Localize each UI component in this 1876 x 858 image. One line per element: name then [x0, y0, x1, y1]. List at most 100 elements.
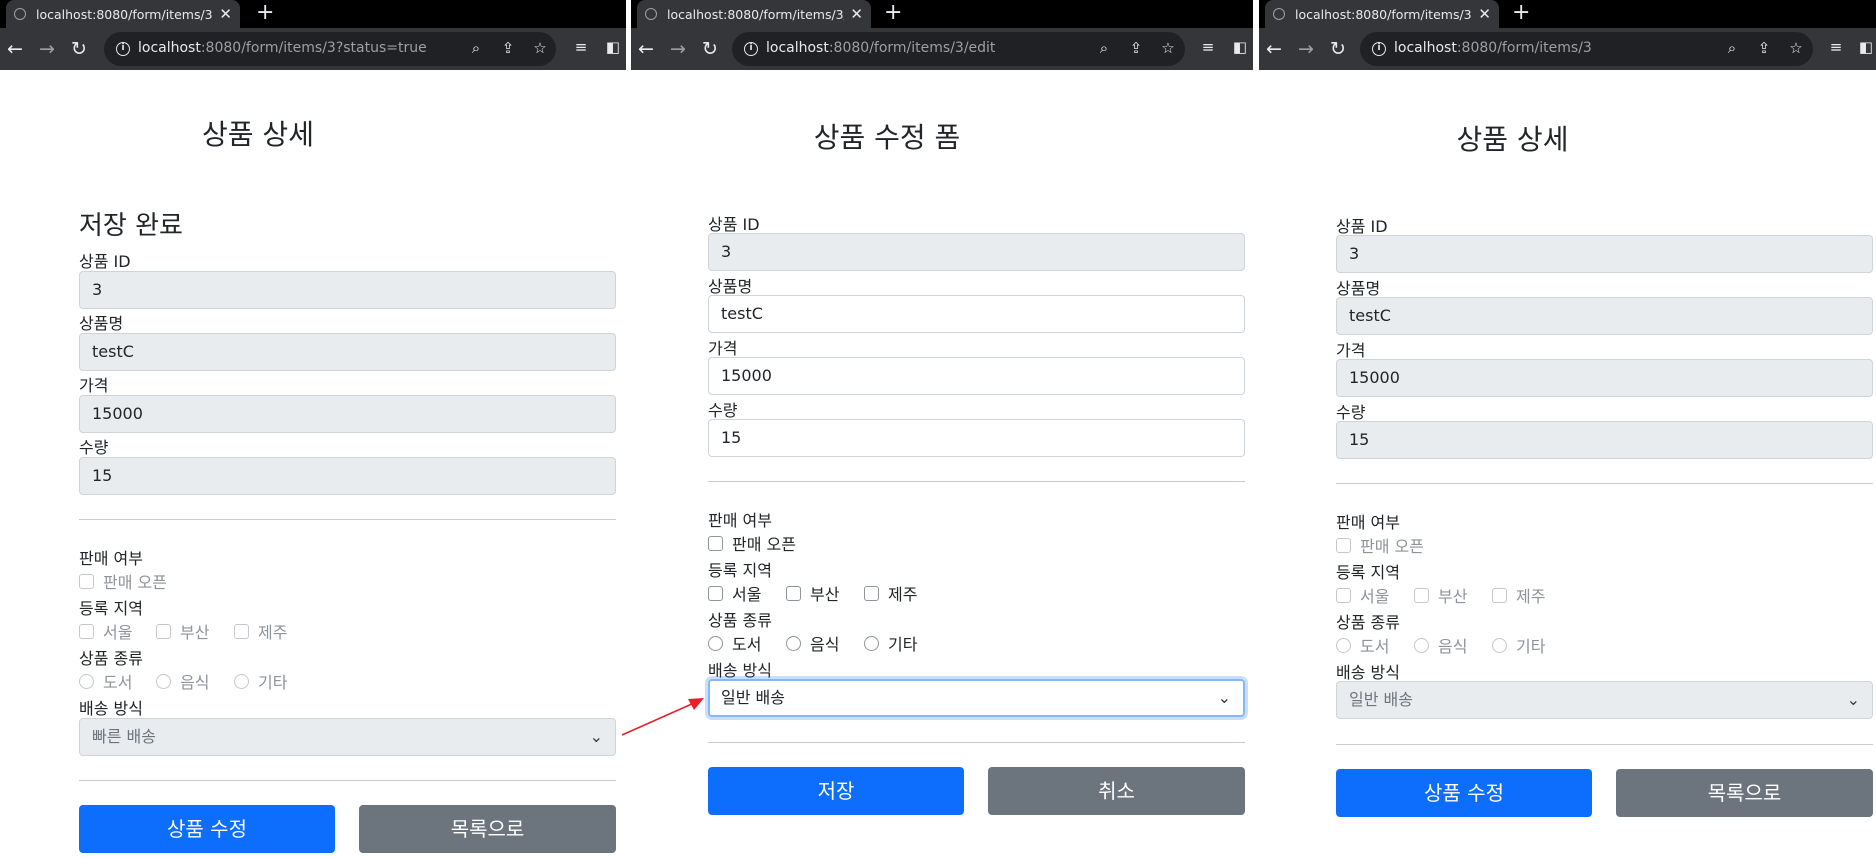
- search-icon[interactable]: ⌕: [1722, 39, 1742, 57]
- address-bar[interactable]: i localhost:8080/form/items/3/edit ⌕ ⇪ ☆: [732, 32, 1185, 66]
- tab-search-icon[interactable]: ≡: [570, 38, 592, 56]
- price-label: 가격: [708, 339, 738, 358]
- browser-tab[interactable]: localhost:8080/form/items/3 ✕: [1265, 0, 1499, 28]
- region-checkbox-jeju[interactable]: 제주: [234, 619, 287, 643]
- open-label: 판매 여부: [1336, 513, 1400, 532]
- search-icon[interactable]: ⌕: [466, 39, 486, 57]
- price-field[interactable]: 15000: [708, 357, 1245, 395]
- quantity-field[interactable]: 15: [1336, 421, 1873, 459]
- tab-title: localhost:8080/form/items/3: [1295, 6, 1472, 22]
- new-tab-button[interactable]: +: [1512, 0, 1530, 28]
- share-icon[interactable]: ⇪: [498, 39, 518, 57]
- region-checkbox-seoul[interactable]: 서울: [708, 581, 761, 605]
- price-label: 가격: [79, 376, 109, 395]
- back-to-list-button[interactable]: 목록으로: [359, 805, 616, 853]
- region-checkbox-seoul[interactable]: 서울: [79, 619, 132, 643]
- type-radio-etc[interactable]: 기타: [864, 631, 917, 655]
- edit-item-button[interactable]: 상품 수정: [1336, 769, 1592, 817]
- quantity-field[interactable]: 15: [79, 457, 616, 495]
- share-icon[interactable]: ⇪: [1126, 39, 1146, 57]
- close-icon[interactable]: ✕: [850, 5, 863, 23]
- tab-search-icon[interactable]: ≡: [1825, 38, 1847, 56]
- browser-toolbar: ← → ↻ i localhost:8080/form/items/3/edit…: [631, 28, 1253, 70]
- regions-label: 등록 지역: [1336, 563, 1400, 582]
- star-icon[interactable]: ☆: [1158, 39, 1178, 57]
- tab-search-icon[interactable]: ≡: [1197, 38, 1219, 56]
- info-icon[interactable]: i: [116, 42, 130, 56]
- side-panel-icon[interactable]: ◧: [602, 38, 624, 56]
- type-radio-book[interactable]: 도서: [1336, 633, 1389, 657]
- item-name-field[interactable]: testC: [708, 295, 1245, 333]
- browser-window-item-edit: localhost:8080/form/items/3/edit ✕ + ← →…: [631, 0, 1253, 858]
- region-checkbox-seoul[interactable]: 서울: [1336, 583, 1389, 607]
- url-text: localhost:8080/form/items/3?status=true: [138, 40, 427, 56]
- type-radio-food[interactable]: 음식: [786, 631, 839, 655]
- address-bar[interactable]: i localhost:8080/form/items/3 ⌕ ⇪ ☆: [1360, 32, 1813, 66]
- edit-item-button[interactable]: 상품 수정: [79, 805, 335, 853]
- region-checkbox-busan[interactable]: 부산: [786, 581, 839, 605]
- delivery-selected-value: 일반 배송: [1349, 690, 1413, 709]
- close-icon[interactable]: ✕: [1478, 5, 1491, 23]
- type-radio-book[interactable]: 도서: [79, 669, 132, 693]
- reload-icon[interactable]: ↻: [697, 36, 723, 62]
- delivery-label: 배송 방식: [1336, 663, 1400, 682]
- reload-icon[interactable]: ↻: [1325, 36, 1351, 62]
- item-type-label: 상품 종류: [708, 611, 772, 630]
- star-icon[interactable]: ☆: [1786, 39, 1806, 57]
- delivery-select[interactable]: 일반 배송 ⌄: [1336, 681, 1873, 719]
- arrow-left-icon[interactable]: ←: [2, 36, 28, 62]
- checkbox-box: [79, 623, 94, 639]
- cancel-button[interactable]: 취소: [988, 767, 1245, 815]
- open-checkbox[interactable]: 판매 오픈: [79, 569, 167, 593]
- price-field[interactable]: 15000: [1336, 359, 1873, 397]
- region-checkbox-busan[interactable]: 부산: [1414, 583, 1467, 607]
- delivery-select[interactable]: 빠른 배송 ⌄: [79, 718, 616, 756]
- side-panel-icon[interactable]: ◧: [1229, 38, 1251, 56]
- checkbox-box: [1414, 587, 1429, 603]
- item-name-field[interactable]: testC: [79, 333, 616, 371]
- type-radio-food[interactable]: 음식: [1414, 633, 1467, 657]
- tab-title: localhost:8080/form/items/3/edit: [667, 6, 844, 22]
- new-tab-button[interactable]: +: [256, 0, 274, 28]
- divider: [79, 780, 616, 781]
- item-id-field[interactable]: 3: [1336, 235, 1873, 273]
- save-button[interactable]: 저장: [708, 767, 964, 815]
- info-icon[interactable]: i: [1372, 42, 1386, 56]
- side-panel-icon[interactable]: ◧: [1855, 38, 1876, 56]
- region-checkbox-jeju[interactable]: 제주: [1492, 583, 1545, 607]
- type-radio-food[interactable]: 음식: [156, 669, 209, 693]
- share-icon[interactable]: ⇪: [1754, 39, 1774, 57]
- arrow-right-icon[interactable]: →: [1293, 36, 1319, 62]
- delivery-label: 배송 방식: [708, 661, 772, 680]
- type-radio-book[interactable]: 도서: [708, 631, 761, 655]
- arrow-right-icon[interactable]: →: [665, 36, 691, 62]
- tab-strip: localhost:8080/form/items/3 ✕ +: [1259, 0, 1876, 28]
- back-to-list-button[interactable]: 목록으로: [1616, 769, 1873, 817]
- item-name-field[interactable]: testC: [1336, 297, 1873, 335]
- delivery-select[interactable]: 일반 배송 ⌄: [708, 679, 1245, 717]
- delivery-selected-value: 빠른 배송: [92, 727, 156, 746]
- browser-tab[interactable]: localhost:8080/form/items/3/edit ✕: [637, 0, 871, 28]
- info-icon[interactable]: i: [744, 42, 758, 56]
- arrow-right-icon[interactable]: →: [34, 36, 60, 62]
- new-tab-button[interactable]: +: [884, 0, 902, 28]
- price-field[interactable]: 15000: [79, 395, 616, 433]
- type-radio-etc[interactable]: 기타: [234, 669, 287, 693]
- open-checkbox[interactable]: 판매 오픈: [1336, 533, 1424, 557]
- arrow-left-icon[interactable]: ←: [633, 36, 659, 62]
- browser-tab[interactable]: localhost:8080/form/items/3?status=true …: [6, 0, 240, 28]
- star-icon[interactable]: ☆: [530, 39, 550, 57]
- address-bar[interactable]: i localhost:8080/form/items/3?status=tru…: [104, 32, 556, 66]
- region-checkbox-busan[interactable]: 부산: [156, 619, 209, 643]
- type-radio-etc[interactable]: 기타: [1492, 633, 1545, 657]
- open-checkbox[interactable]: 판매 오픈: [708, 531, 796, 555]
- item-id-field[interactable]: 3: [79, 271, 616, 309]
- search-icon[interactable]: ⌕: [1094, 39, 1114, 57]
- close-icon[interactable]: ✕: [219, 5, 232, 23]
- reload-icon[interactable]: ↻: [66, 36, 92, 62]
- quantity-field[interactable]: 15: [708, 419, 1245, 457]
- item-id-field[interactable]: 3: [708, 233, 1245, 271]
- arrow-left-icon[interactable]: ←: [1261, 36, 1287, 62]
- radio-circle: [864, 635, 879, 651]
- region-checkbox-jeju[interactable]: 제주: [864, 581, 917, 605]
